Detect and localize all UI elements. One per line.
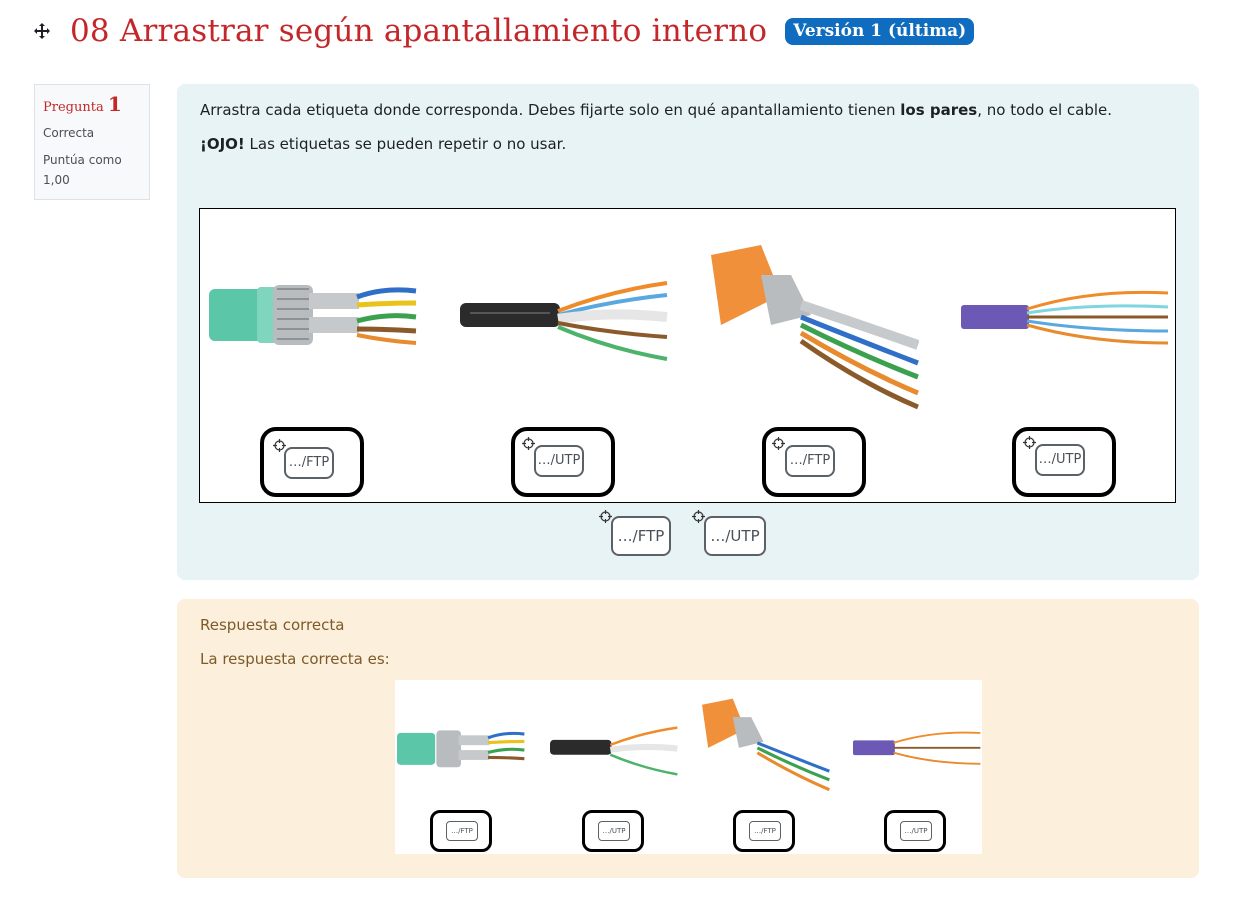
warning-text: Las etiquetas se pueden repetir o no usa… bbox=[244, 135, 567, 153]
feedback-box: Respuesta correcta La respuesta correcta… bbox=[177, 599, 1199, 878]
answer-tag-4: …/UTP bbox=[900, 821, 932, 841]
answer-cable-image-1 bbox=[397, 730, 525, 768]
answer-tag-3: …/FTP bbox=[749, 821, 781, 841]
version-badge: Versión 1 (última) bbox=[785, 17, 975, 45]
correct-answer-image: …/FTP …/UTP …/FTP …/UTP bbox=[395, 680, 982, 854]
drag-item-ftp[interactable]: …/FTP bbox=[611, 516, 671, 556]
question-label: Pregunta bbox=[43, 100, 104, 115]
placed-tag-3[interactable]: …/FTP bbox=[785, 445, 835, 477]
question-grade: Puntúa como 1,00 bbox=[43, 150, 141, 190]
crosshair-icon bbox=[772, 437, 785, 450]
question-status: Correcta bbox=[43, 126, 95, 140]
answer-tag-2: …/UTP bbox=[598, 821, 630, 841]
answer-cable-image-2 bbox=[550, 726, 678, 776]
grade-value: 1,00 bbox=[43, 173, 70, 187]
warning-bold: ¡OJO! bbox=[200, 135, 245, 153]
page-title: 08 Arrastrar según apantallamiento inter… bbox=[70, 13, 768, 49]
cable-image-1 bbox=[209, 285, 417, 345]
cable-image-3 bbox=[711, 245, 919, 410]
question-content: Arrastra cada etiqueta donde corresponda… bbox=[177, 84, 1199, 580]
placed-tag-1[interactable]: …/FTP bbox=[284, 447, 334, 479]
question-number: Pregunta 1 bbox=[43, 92, 141, 116]
cable-image-2 bbox=[460, 281, 668, 361]
page-header: 08 Arrastrar según apantallamiento inter… bbox=[32, 8, 975, 54]
crosshair-icon bbox=[273, 439, 286, 452]
feedback-result: Respuesta correcta bbox=[200, 616, 345, 634]
move-icon[interactable] bbox=[32, 21, 52, 41]
crosshair-icon bbox=[692, 510, 705, 523]
answer-tag-1: …/FTP bbox=[446, 821, 478, 841]
cable-image-4 bbox=[961, 290, 1169, 345]
grade-label: Puntúa como bbox=[43, 153, 122, 167]
answer-cable-image-4 bbox=[853, 731, 981, 765]
instruction-end: , no todo el cable. bbox=[977, 101, 1113, 119]
crosshair-icon bbox=[522, 437, 535, 450]
correct-answer-intro: La respuesta correcta es: bbox=[200, 650, 390, 668]
drop-background-image: …/FTP …/UTP …/FTP …/UTP bbox=[199, 208, 1176, 503]
instruction-bold: los pares bbox=[900, 101, 978, 119]
placed-tag-4[interactable]: …/UTP bbox=[1035, 444, 1085, 476]
question-text: Arrastra cada etiqueta donde corresponda… bbox=[200, 100, 1180, 168]
answer-cable-image-3 bbox=[702, 698, 830, 792]
crosshair-icon bbox=[599, 510, 612, 523]
placed-tag-2[interactable]: …/UTP bbox=[534, 445, 584, 477]
question-number-value: 1 bbox=[107, 92, 122, 116]
drag-item-utp[interactable]: …/UTP bbox=[704, 516, 766, 556]
instruction-text: Arrastra cada etiqueta donde corresponda… bbox=[200, 101, 901, 119]
crosshair-icon bbox=[1023, 436, 1036, 449]
question-info: Pregunta 1 Correcta Puntúa como 1,00 bbox=[34, 84, 150, 200]
